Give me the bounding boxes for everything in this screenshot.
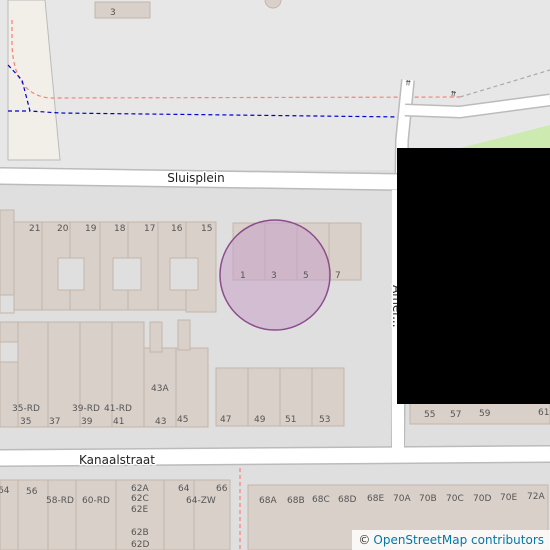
house-number: 62A: [131, 484, 149, 494]
house-number: 61: [538, 408, 549, 418]
house-number: 43: [155, 417, 166, 427]
oneway-arrow: ⇉: [404, 79, 412, 86]
house-number: 62D: [131, 540, 149, 550]
building: [94, 1, 151, 19]
house-number: 68E: [367, 494, 384, 504]
house-number: 72A: [527, 492, 545, 502]
house-number: 5: [303, 271, 309, 281]
house-number: 45: [177, 415, 188, 425]
house-number: 68A: [259, 496, 277, 506]
house-number: 35: [20, 417, 31, 427]
house-number: 39: [81, 417, 93, 427]
house-number: 68C: [312, 495, 330, 505]
house-number: 51: [285, 415, 296, 425]
house-number: 1: [240, 271, 246, 281]
house-number: 62E: [131, 505, 148, 515]
house-number: 3: [271, 271, 277, 281]
street-label-kanaalstraat: Kanaalstraat: [79, 453, 155, 467]
courtyard: [0, 341, 19, 363]
house-number: 56: [26, 487, 38, 497]
street-label-sluisplein: Sluisplein: [167, 171, 224, 185]
house-number: 55: [424, 410, 435, 420]
house-number: 15: [201, 224, 212, 234]
copyright-symbol: ©: [358, 533, 371, 547]
house-number: 64: [0, 486, 10, 496]
house-number: 60-RD: [82, 496, 110, 506]
house-number: 47: [220, 415, 231, 425]
map-attribution: © OpenStreetMap contributors: [352, 530, 550, 550]
house-number: 21: [29, 224, 40, 234]
house-number: 39-RD: [72, 404, 100, 414]
house-number: 58-RD: [46, 496, 74, 506]
house-number: 66: [216, 484, 228, 494]
house-number: 35-RD: [12, 404, 40, 414]
house-number: 70A: [393, 494, 411, 504]
house-number: 16: [171, 224, 183, 234]
house-number: 17: [144, 224, 155, 234]
house-number: 70E: [500, 493, 517, 503]
house-number: 43A: [151, 384, 169, 394]
house-number: 70D: [473, 494, 491, 504]
house-number: 57: [450, 410, 461, 420]
plaza-area: [0, 0, 550, 170]
house-number: 41: [113, 417, 124, 427]
house-number: 62B: [131, 528, 149, 538]
house-number: 70C: [446, 494, 464, 504]
house-number: 53: [319, 415, 330, 425]
redaction-block: [397, 148, 550, 404]
house-number: 18: [114, 224, 126, 234]
osm-contributors-link[interactable]: OpenStreetMap contributors: [373, 533, 544, 547]
house-number: 68B: [287, 496, 305, 506]
house-number: 3: [110, 8, 116, 18]
house-number: 68D: [338, 495, 356, 505]
house-number: 19: [85, 224, 97, 234]
house-number: 20: [57, 224, 69, 234]
house-number: 7: [335, 271, 341, 281]
house-number: 64: [178, 484, 190, 494]
house-number: 62C: [131, 494, 149, 504]
house-number: 37: [49, 417, 60, 427]
house-number: 70B: [419, 494, 437, 504]
house-number: 64-ZW: [186, 496, 216, 506]
house-number: 41-RD: [104, 404, 132, 414]
house-number: 49: [254, 415, 266, 425]
house-number: 59: [479, 409, 491, 419]
